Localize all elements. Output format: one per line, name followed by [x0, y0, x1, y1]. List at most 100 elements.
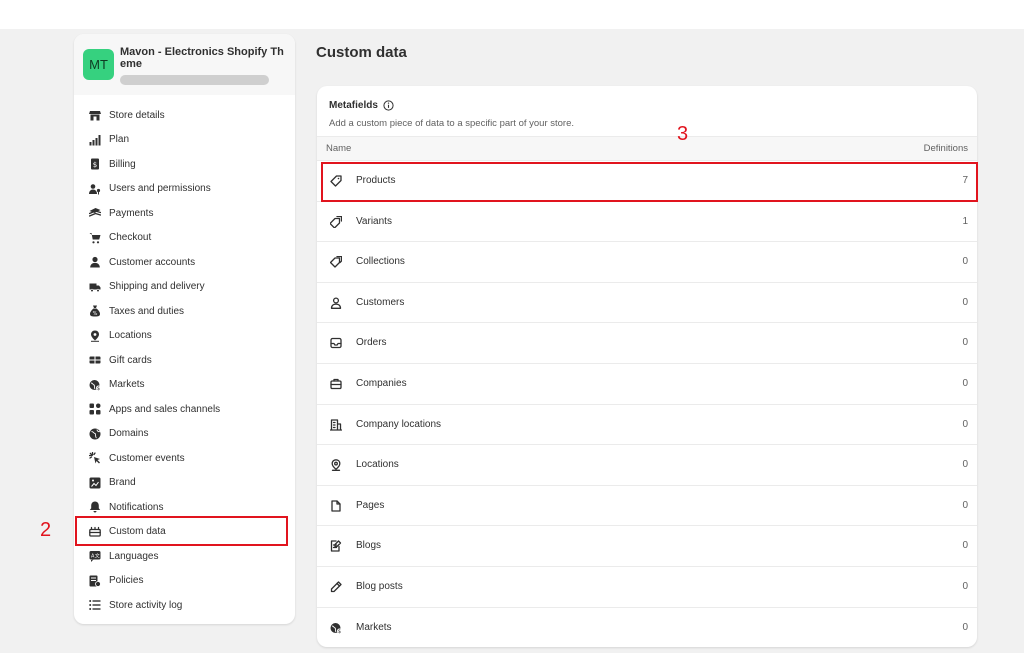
table-header: Name Definitions: [317, 136, 977, 161]
bell-icon: [88, 501, 101, 514]
location-pin-icon: [88, 329, 101, 342]
briefcase-icon: [330, 378, 342, 390]
store-url-redacted: [120, 75, 269, 85]
sidebar-item-label: Customer accounts: [109, 256, 196, 268]
definitions-count: 0: [962, 621, 968, 633]
row-label: Blog posts: [356, 580, 403, 592]
row-label: Pages: [356, 499, 385, 511]
users-icon: [88, 182, 101, 195]
metafields-heading: Metafields: [329, 100, 378, 111]
metafield-row-blogs[interactable]: Blogs 0: [317, 526, 977, 567]
sidebar-item-label: Locations: [109, 330, 152, 342]
sidebar-item-label: Gift cards: [109, 354, 152, 366]
svg-text:文: 文: [94, 553, 99, 560]
sidebar-item-payments[interactable]: Payments: [74, 201, 295, 226]
store-avatar: MT: [83, 49, 114, 80]
row-label: Locations: [356, 459, 399, 471]
sidebar-item-label: Apps and sales channels: [109, 403, 221, 415]
sidebar-item-label: Billing: [109, 158, 136, 170]
sidebar-item-label: Markets: [109, 379, 145, 391]
sidebar-item-label: Brand: [109, 477, 136, 489]
sidebar-item-label: Shipping and delivery: [109, 281, 205, 293]
sidebar-item-locations[interactable]: Locations: [74, 324, 295, 349]
definitions-count: 0: [962, 459, 968, 471]
cart-icon: [88, 231, 101, 244]
sidebar-item-label: Checkout: [109, 232, 152, 244]
brand-icon: [88, 476, 101, 489]
row-label: Blogs: [356, 540, 382, 552]
definitions-count: 0: [962, 580, 968, 592]
sidebar-item-users-and-permissions[interactable]: Users and permissions: [74, 177, 295, 202]
sidebar-item-brand[interactable]: Brand: [74, 471, 295, 496]
row-label: Collections: [356, 256, 405, 268]
inbox-icon: [330, 337, 342, 349]
definitions-count: 1: [962, 215, 968, 227]
row-label: Companies: [356, 377, 407, 389]
plan-chart-icon: [88, 133, 101, 146]
definitions-count: 0: [962, 499, 968, 511]
card-title: Metafields: [329, 100, 394, 111]
svg-text:%: %: [92, 311, 97, 317]
globe-dollar-icon: $: [88, 378, 101, 391]
sidebar-item-apps-and-sales-channels[interactable]: Apps and sales channels: [74, 397, 295, 422]
metafield-row-blog-posts[interactable]: Blog posts 0: [317, 567, 977, 608]
sidebar-item-shipping-and-delivery[interactable]: Shipping and delivery: [74, 275, 295, 300]
definitions-count: 0: [962, 377, 968, 389]
sidebar-item-store-details[interactable]: Store details: [74, 103, 295, 128]
globe-dollar-icon: $: [330, 622, 342, 634]
sidebar-item-languages[interactable]: A 文 Languages: [74, 544, 295, 569]
person-outline-icon: [330, 297, 342, 309]
building-icon: [330, 418, 342, 431]
sidebar-item-domains[interactable]: Domains: [74, 422, 295, 447]
sidebar-item-billing[interactable]: $ Billing: [74, 152, 295, 177]
store-icon: [88, 109, 101, 122]
sidebar-item-plan[interactable]: Plan: [74, 128, 295, 153]
metafield-row-customers[interactable]: Customers 0: [317, 283, 977, 324]
variants-icon: [330, 215, 342, 228]
info-icon[interactable]: [383, 100, 394, 111]
metafield-row-variants[interactable]: Variants 1: [317, 202, 977, 243]
sidebar-item-taxes-and-duties[interactable]: % Taxes and duties: [74, 299, 295, 324]
sidebar-item-customer-events[interactable]: Customer events: [74, 446, 295, 471]
list-icon: [88, 599, 101, 612]
metafield-row-company-locations[interactable]: Company locations 0: [317, 405, 977, 446]
metafield-row-pages[interactable]: Pages 0: [317, 486, 977, 527]
metafield-row-companies[interactable]: Companies 0: [317, 364, 977, 405]
collection-tags-icon: [330, 256, 342, 268]
store-header[interactable]: MT Mavon - Electronics Shopify Theme: [74, 34, 295, 95]
sidebar-item-label: Plan: [109, 134, 130, 146]
definitions-count: 0: [962, 540, 968, 552]
sidebar-item-label: Languages: [109, 550, 159, 562]
page-title: Custom data: [316, 44, 407, 61]
row-label: Company locations: [356, 418, 442, 430]
definitions-count: 0: [962, 337, 968, 349]
pen-icon: [330, 581, 342, 593]
sidebar-item-label: Taxes and duties: [109, 305, 185, 317]
page-icon: [330, 500, 342, 512]
annotation-2: 2: [40, 519, 52, 541]
metafield-row-locations[interactable]: Locations 0: [317, 445, 977, 486]
sidebar-item-policies[interactable]: Policies: [74, 569, 295, 594]
sidebar-item-label: Store activity log: [109, 599, 183, 611]
sidebar-item-label: Policies: [109, 575, 144, 587]
truck-icon: [88, 280, 101, 293]
billing-icon: $: [88, 158, 101, 171]
tax-bag-icon: %: [88, 305, 101, 318]
globe-icon: [88, 427, 101, 440]
sidebar-item-label: Domains: [109, 428, 149, 440]
sidebar-item-label: Payments: [109, 207, 154, 219]
sidebar-item-store-activity-log[interactable]: Store activity log: [74, 593, 295, 618]
sidebar-item-gift-cards[interactable]: Gift cards: [74, 348, 295, 373]
sidebar-item-customer-accounts[interactable]: Customer accounts: [74, 250, 295, 275]
svg-text:$: $: [96, 386, 99, 391]
metafield-row-collections[interactable]: Collections 0: [317, 242, 977, 283]
card-subtitle: Add a custom piece of data to a specific…: [329, 118, 575, 129]
svg-text:$: $: [92, 161, 96, 169]
products-row-highlight: [321, 162, 978, 202]
sidebar-item-checkout[interactable]: Checkout: [74, 226, 295, 251]
definitions-count: 0: [962, 296, 968, 308]
store-name: Mavon - Electronics Shopify Theme: [120, 46, 284, 70]
metafield-row-orders[interactable]: Orders 0: [317, 323, 977, 364]
metafield-row-markets[interactable]: $ Markets 0: [317, 608, 977, 647]
sidebar-item-markets[interactable]: $ Markets: [74, 373, 295, 398]
